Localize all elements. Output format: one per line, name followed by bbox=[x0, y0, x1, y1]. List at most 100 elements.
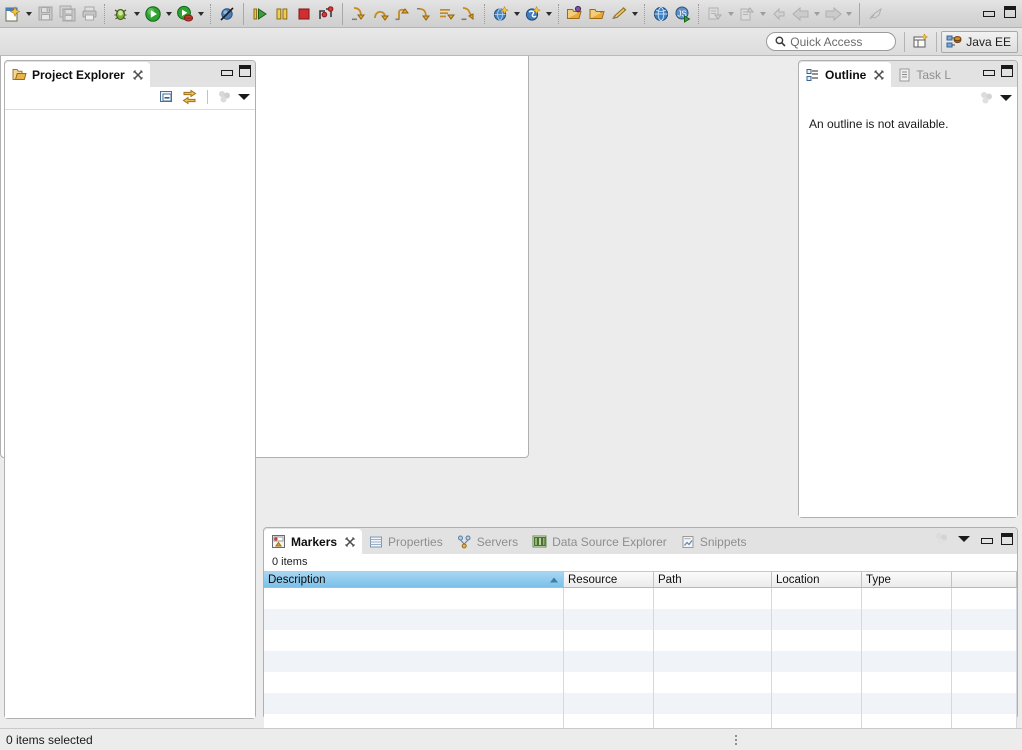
new-web-project-dropdown-icon[interactable] bbox=[512, 3, 522, 25]
view-menu-dots-icon bbox=[217, 90, 232, 104]
forward-dropdown-icon bbox=[844, 3, 854, 25]
link-with-editor-icon[interactable] bbox=[181, 89, 198, 105]
column-header-location[interactable]: Location bbox=[772, 572, 862, 587]
tab-servers[interactable]: Servers bbox=[450, 529, 525, 554]
disconnect-icon[interactable] bbox=[315, 3, 337, 25]
step-into-icon[interactable] bbox=[348, 3, 370, 25]
tab-markers[interactable]: Markers bbox=[264, 529, 363, 554]
status-resize-grip[interactable] bbox=[735, 735, 739, 745]
table-cell bbox=[564, 672, 654, 693]
new-wizard-dropdown-icon[interactable] bbox=[24, 3, 34, 25]
web-browser-icon[interactable] bbox=[650, 3, 672, 25]
table-cell bbox=[564, 693, 654, 714]
markers-table-body[interactable] bbox=[264, 588, 1017, 735]
tab-label: Data Source Explorer bbox=[552, 534, 667, 549]
new-web-project-icon[interactable] bbox=[490, 3, 512, 25]
tab-properties[interactable]: Properties bbox=[362, 529, 450, 554]
open-perspective-icon[interactable] bbox=[910, 31, 932, 53]
skip-breakpoints-icon[interactable] bbox=[216, 3, 238, 25]
use-step-filters-icon[interactable] bbox=[436, 3, 458, 25]
resume-icon[interactable] bbox=[249, 3, 271, 25]
table-cell bbox=[952, 672, 1017, 693]
minimize-icon[interactable] bbox=[220, 66, 233, 76]
debug-dropdown-icon[interactable] bbox=[132, 3, 142, 25]
run-on-server-dropdown-icon[interactable] bbox=[196, 3, 206, 25]
tab-outline[interactable]: Outline bbox=[799, 62, 892, 87]
toolbar-group-launch bbox=[110, 2, 238, 26]
terminate-icon[interactable] bbox=[293, 3, 315, 25]
step-over-icon[interactable] bbox=[370, 3, 392, 25]
column-header-resource[interactable]: Resource bbox=[564, 572, 654, 587]
minimize-icon[interactable] bbox=[982, 66, 995, 76]
table-cell bbox=[952, 630, 1017, 651]
toolbar-group-browser: JS bbox=[650, 2, 694, 26]
view-menu-icon[interactable] bbox=[1000, 92, 1013, 104]
outline-window-controls bbox=[982, 65, 1013, 77]
table-row[interactable] bbox=[264, 588, 1017, 609]
view-menu-icon[interactable] bbox=[958, 533, 971, 545]
table-row[interactable] bbox=[264, 609, 1017, 630]
maximize-icon[interactable] bbox=[1004, 6, 1016, 18]
step-by-step-icon[interactable] bbox=[458, 3, 480, 25]
quick-access-bar: Quick Access Java EE bbox=[0, 28, 1022, 56]
toolbar-separator bbox=[859, 2, 860, 25]
open-resource-icon[interactable] bbox=[586, 3, 608, 25]
drop-to-frame-icon[interactable] bbox=[414, 3, 436, 25]
table-row[interactable] bbox=[264, 630, 1017, 651]
column-label: Location bbox=[776, 573, 820, 586]
run-javascript-icon[interactable]: JS bbox=[672, 3, 694, 25]
tab-data-source-explorer[interactable]: Data Source Explorer bbox=[525, 529, 674, 554]
perspective-button-java-ee[interactable]: Java EE bbox=[941, 30, 1018, 53]
column-header-description[interactable]: Description bbox=[264, 572, 564, 587]
column-header-extra[interactable] bbox=[952, 572, 1017, 587]
table-cell bbox=[564, 630, 654, 651]
run-on-server-icon[interactable] bbox=[174, 3, 196, 25]
step-return-icon[interactable] bbox=[392, 3, 414, 25]
table-cell bbox=[862, 630, 952, 651]
table-row[interactable] bbox=[264, 651, 1017, 672]
maximize-icon[interactable] bbox=[1001, 533, 1013, 545]
table-cell bbox=[772, 630, 862, 651]
new-server-icon[interactable] bbox=[522, 3, 544, 25]
suspend-icon[interactable] bbox=[271, 3, 293, 25]
tab-label: Snippets bbox=[699, 534, 747, 549]
new-wizard-icon[interactable] bbox=[2, 3, 24, 25]
debug-icon[interactable] bbox=[110, 3, 132, 25]
run-dropdown-icon[interactable] bbox=[164, 3, 174, 25]
tab-snippets[interactable]: Snippets bbox=[674, 529, 754, 554]
tab-project-explorer[interactable]: Project Explorer bbox=[5, 62, 150, 87]
edit-dropdown-icon[interactable] bbox=[630, 3, 640, 25]
table-cell bbox=[654, 651, 772, 672]
pin-editor-icon bbox=[865, 3, 887, 25]
table-row[interactable] bbox=[264, 672, 1017, 693]
quick-access-placeholder: Quick Access bbox=[790, 34, 863, 49]
new-server-dropdown-icon[interactable] bbox=[544, 3, 554, 25]
column-header-type[interactable]: Type bbox=[862, 572, 952, 587]
java-ee-perspective-icon bbox=[946, 34, 962, 50]
minimize-icon[interactable] bbox=[980, 534, 993, 544]
outline-tabbar: Outline Task L bbox=[799, 61, 1017, 87]
quick-access-input[interactable]: Quick Access bbox=[766, 32, 897, 51]
tab-task-list[interactable]: Task L bbox=[891, 62, 958, 87]
close-icon[interactable] bbox=[132, 69, 143, 80]
project-explorer-content[interactable] bbox=[5, 109, 255, 718]
column-header-path[interactable]: Path bbox=[654, 572, 772, 587]
run-icon[interactable] bbox=[142, 3, 164, 25]
collapse-all-icon[interactable] bbox=[159, 89, 175, 105]
open-type-icon[interactable] bbox=[564, 3, 586, 25]
project-explorer-panel: Project Explorer bbox=[4, 60, 256, 719]
outline-icon bbox=[806, 68, 820, 82]
table-cell bbox=[564, 651, 654, 672]
table-row[interactable] bbox=[264, 693, 1017, 714]
outline-view-toolbar bbox=[979, 91, 1013, 105]
close-icon[interactable] bbox=[345, 536, 355, 547]
edit-icon[interactable] bbox=[608, 3, 630, 25]
close-icon[interactable] bbox=[874, 69, 885, 80]
project-explorer-window-controls bbox=[220, 65, 251, 77]
maximize-icon[interactable] bbox=[239, 65, 251, 77]
minimize-icon[interactable] bbox=[982, 7, 995, 17]
view-menu-icon[interactable] bbox=[238, 91, 251, 103]
toolbar-separator bbox=[104, 3, 106, 24]
view-menu-dots-icon bbox=[979, 91, 994, 105]
maximize-icon[interactable] bbox=[1001, 65, 1013, 77]
